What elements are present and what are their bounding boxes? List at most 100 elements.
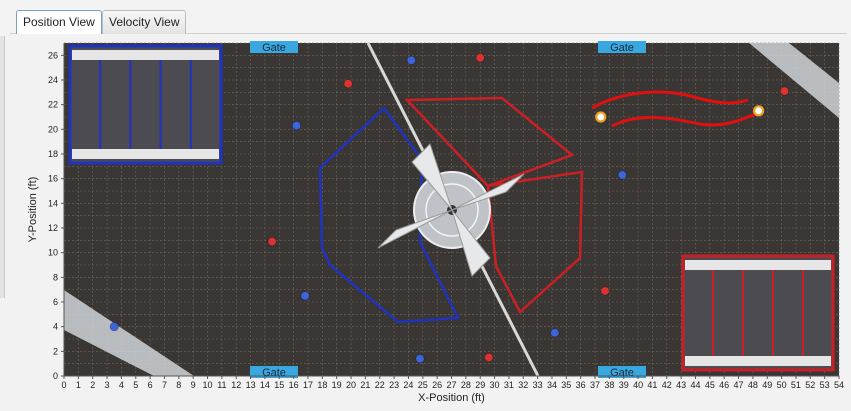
tab-velocity-view[interactable]: Velocity View bbox=[102, 10, 187, 34]
red-platform bbox=[681, 254, 835, 372]
x-tick-label: 49 bbox=[762, 380, 772, 390]
y-tick-label: 24 bbox=[48, 75, 58, 85]
blue-ball-point[interactable] bbox=[291, 121, 302, 131]
y-tick-label: 4 bbox=[53, 322, 58, 332]
x-tick-label: 13 bbox=[246, 380, 256, 390]
x-tick-label: 51 bbox=[791, 380, 801, 390]
x-tick-label: 9 bbox=[191, 380, 196, 390]
x-tick-label: 29 bbox=[475, 380, 485, 390]
x-tick-label: 48 bbox=[748, 380, 758, 390]
tab-bar: Position View Velocity View bbox=[0, 0, 851, 36]
x-tick-label: 0 bbox=[61, 380, 66, 390]
x-tick-label: 53 bbox=[820, 380, 830, 390]
y-tick-label: 12 bbox=[48, 223, 58, 233]
x-tick-label: 39 bbox=[619, 380, 629, 390]
x-tick-label: 7 bbox=[162, 380, 167, 390]
x-tick-label: 23 bbox=[389, 380, 399, 390]
x-axis-label: X-Position (ft) bbox=[418, 392, 485, 404]
x-tick-label: 24 bbox=[403, 380, 413, 390]
x-tick-label: 33 bbox=[533, 380, 543, 390]
x-tick-label: 36 bbox=[576, 380, 586, 390]
robot-marker-point[interactable] bbox=[595, 111, 607, 123]
blue-ball-point[interactable] bbox=[109, 322, 119, 332]
x-tick-label: 47 bbox=[734, 380, 744, 390]
gate-label: Gate bbox=[262, 367, 286, 379]
x-tick-label: 31 bbox=[504, 380, 514, 390]
x-tick-label: 21 bbox=[360, 380, 370, 390]
position-chart[interactable]: Gate GateGate Gate 0 1 2 3 4 5 6 7 8 9 10 11 12 13 14 15 1… bbox=[0, 36, 851, 411]
y-tick-label: 2 bbox=[53, 346, 58, 356]
x-tick-label: 8 bbox=[176, 380, 181, 390]
y-tick-label: 14 bbox=[48, 198, 58, 208]
y-tick-label: 0 bbox=[53, 371, 58, 381]
x-tick-label: 41 bbox=[647, 380, 657, 390]
x-tick-label: 12 bbox=[231, 380, 241, 390]
x-tick-label: 20 bbox=[346, 380, 356, 390]
x-tick-label: 43 bbox=[676, 380, 686, 390]
x-tick-label: 40 bbox=[633, 380, 643, 390]
y-tick-label: 6 bbox=[53, 297, 58, 307]
red-ball-point[interactable] bbox=[484, 352, 494, 363]
red-platform-bar-bottom bbox=[685, 356, 831, 366]
red-ball-point[interactable] bbox=[267, 236, 277, 247]
gate-label: Gate bbox=[610, 42, 634, 54]
y-tick-label: 20 bbox=[48, 124, 58, 134]
x-tick-label: 10 bbox=[203, 380, 213, 390]
x-tick-label: 34 bbox=[547, 380, 557, 390]
x-tick-label: 18 bbox=[317, 380, 327, 390]
red-ball-point[interactable] bbox=[600, 286, 610, 296]
blue-ball-point[interactable] bbox=[300, 291, 310, 301]
blue-ball-point[interactable] bbox=[406, 55, 416, 65]
y-tick-label: 10 bbox=[48, 248, 58, 258]
app-window: Position View Velocity View Gate Gate Gate… bbox=[0, 0, 851, 411]
blue-ball-point[interactable] bbox=[617, 170, 627, 180]
x-tick-label: 32 bbox=[518, 380, 528, 390]
x-tick-label: 14 bbox=[260, 380, 270, 390]
x-tick-label: 46 bbox=[719, 380, 729, 390]
x-tick-label: 27 bbox=[446, 380, 456, 390]
x-tick-label: 37 bbox=[590, 380, 600, 390]
x-tick-label: 19 bbox=[332, 380, 342, 390]
x-tick-label: 16 bbox=[289, 380, 299, 390]
x-tick-label: 25 bbox=[418, 380, 428, 390]
x-tick-label: 35 bbox=[561, 380, 571, 390]
y-tick-label: 8 bbox=[53, 272, 58, 282]
x-tick-label: 30 bbox=[490, 380, 500, 390]
tab-position-view[interactable]: Position View bbox=[16, 10, 102, 34]
x-tick-label: 45 bbox=[705, 380, 715, 390]
x-tick-label: 5 bbox=[133, 380, 138, 390]
red-platform-bar-top bbox=[685, 260, 831, 270]
y-tick-label: 16 bbox=[48, 174, 58, 184]
x-tick-label: 42 bbox=[662, 380, 672, 390]
gate-label: Gate bbox=[610, 367, 634, 379]
red-ball-point[interactable] bbox=[779, 86, 790, 96]
x-tick-label: 26 bbox=[432, 380, 442, 390]
red-ball-point[interactable] bbox=[343, 79, 353, 89]
x-tick-label: 54 bbox=[834, 380, 844, 390]
blue-platform-bar-bottom bbox=[72, 149, 219, 159]
x-tick-label: 22 bbox=[375, 380, 385, 390]
x-tick-label: 6 bbox=[148, 380, 153, 390]
x-tick-label: 50 bbox=[777, 380, 787, 390]
x-tick-label: 44 bbox=[690, 380, 700, 390]
x-tick-label: 1 bbox=[76, 380, 81, 390]
red-ball-point[interactable] bbox=[475, 53, 485, 63]
y-tick-label: 26 bbox=[48, 50, 58, 60]
x-tick-label: 11 bbox=[217, 380, 226, 390]
blue-ball-point[interactable] bbox=[550, 328, 560, 338]
y-tick-label: 22 bbox=[48, 100, 58, 110]
y-tick-label: 18 bbox=[48, 149, 58, 159]
x-tick-label: 28 bbox=[461, 380, 471, 390]
x-tick-label: 4 bbox=[119, 380, 124, 390]
x-tick-label: 17 bbox=[303, 380, 313, 390]
x-tick-label: 15 bbox=[274, 380, 284, 390]
x-tick-label: 2 bbox=[90, 380, 95, 390]
y-axis-label: Y-Position (ft) bbox=[27, 177, 39, 243]
robot-marker-point[interactable] bbox=[753, 105, 765, 117]
blue-ball-point[interactable] bbox=[415, 354, 425, 364]
blue-platform-bar-top bbox=[72, 50, 219, 60]
x-tick-label: 3 bbox=[105, 380, 110, 390]
x-tick-label: 38 bbox=[604, 380, 614, 390]
x-tick-label: 52 bbox=[805, 380, 815, 390]
blue-platform bbox=[68, 44, 223, 165]
